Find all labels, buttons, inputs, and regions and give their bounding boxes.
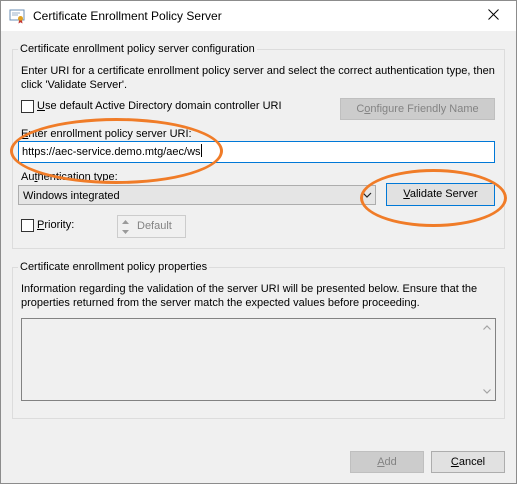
properties-listbox[interactable] <box>21 318 496 401</box>
certificate-icon <box>9 8 25 24</box>
close-button[interactable] <box>470 1 516 31</box>
close-icon <box>487 9 499 23</box>
properties-group-title: Certificate enrollment policy properties <box>18 261 210 274</box>
use-default-ad-checkbox[interactable] <box>21 100 34 113</box>
uri-input[interactable]: https://aec-service.demo.mtg/aec/ws <box>18 141 495 163</box>
scroll-up-icon[interactable] <box>478 319 495 336</box>
authentication-type-label: Authentication type: <box>21 171 118 183</box>
priority-checkbox[interactable] <box>21 219 34 232</box>
validate-server-button[interactable]: Validate Server <box>386 183 495 206</box>
window-title: Certificate Enrollment Policy Server <box>33 9 222 23</box>
title-bar[interactable]: Certificate Enrollment Policy Server <box>1 1 516 31</box>
spin-up-arrow-icon[interactable] <box>119 217 132 226</box>
properties-description: Information regarding the validation of … <box>21 283 478 309</box>
config-group-title: Certificate enrollment policy server con… <box>18 43 257 56</box>
authentication-type-select[interactable]: Windows integrated <box>18 185 376 205</box>
cancel-button[interactable]: Cancel <box>431 451 505 473</box>
config-description: Enter URI for a certificate enrollment p… <box>21 65 495 91</box>
chevron-down-icon <box>359 186 375 204</box>
vertical-scrollbar[interactable] <box>478 319 495 400</box>
priority-spinner[interactable]: Default <box>117 215 186 238</box>
priority-value: Default <box>137 220 172 232</box>
priority-label[interactable]: Priority: <box>37 219 74 232</box>
text-caret <box>200 144 202 157</box>
scroll-down-icon[interactable] <box>478 383 495 400</box>
dialog-window: Certificate Enrollment Policy Server Cer… <box>0 0 517 484</box>
authentication-type-value: Windows integrated <box>23 190 120 202</box>
add-button[interactable]: Add <box>350 451 424 473</box>
spin-down-arrow-icon[interactable] <box>119 227 132 236</box>
uri-label: Enter enrollment policy server URI: <box>21 128 192 140</box>
use-default-ad-label[interactable]: Use default Active Directory domain cont… <box>37 100 282 113</box>
configure-friendly-name-button[interactable]: Configure Friendly Name <box>340 98 495 120</box>
